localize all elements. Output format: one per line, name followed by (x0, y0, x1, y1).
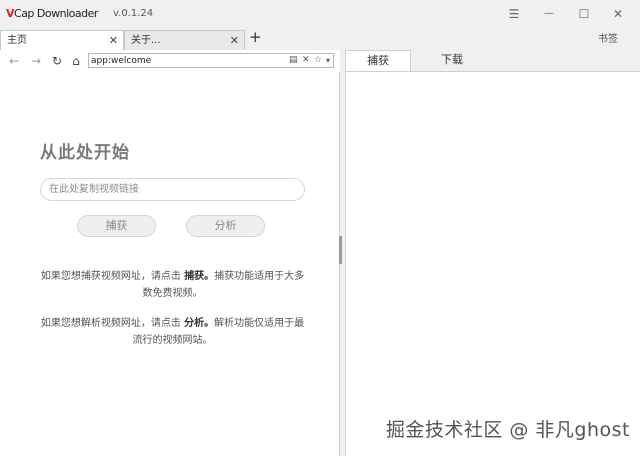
capture-button[interactable]: 捕获 (77, 215, 156, 237)
analyze-button[interactable]: 分析 (186, 215, 265, 237)
title-bar: VCap Downloader v.0.1.24 ☰ — ☐ ✕ (0, 0, 640, 30)
reload-icon[interactable]: ↻ (50, 53, 64, 69)
analyze-help-keyword: 分析。 (184, 318, 215, 329)
address-input[interactable] (91, 54, 281, 67)
tab-about[interactable]: 关于... ✕ (124, 30, 245, 50)
forward-icon[interactable]: → (29, 53, 43, 69)
new-tab-button[interactable]: + (249, 28, 262, 46)
right-panel-tabs: 捕获 下载 (345, 50, 640, 72)
tab-download[interactable]: 下载 (423, 50, 481, 72)
analyze-help-text: 如果您想解析视频网址，请点击 分析。解析功能仅适用于最流行的视频网站。 (40, 315, 305, 349)
page-info-icon[interactable]: ▤ (289, 54, 298, 67)
app-logo-v: V (6, 7, 15, 20)
capture-panel (345, 71, 640, 456)
tab-capture[interactable]: 捕获 (345, 50, 411, 72)
navigation-bar: ← → ↻ ⌂ ▤ ✕ ☆ ▾ (0, 50, 340, 73)
menu-icon[interactable]: ☰ (506, 6, 522, 22)
watermark: 掘金技术社区 @ 非凡ghost (385, 419, 630, 441)
video-link-input[interactable] (40, 178, 305, 201)
capture-help-text: 如果您想捕获视频网址，请点击 捕获。捕获功能适用于大多数免费视频。 (40, 268, 305, 302)
tab-about-label: 关于... (131, 35, 161, 46)
capture-help-keyword: 捕获。 (184, 271, 215, 282)
back-icon[interactable]: ← (7, 53, 21, 69)
address-bar: ▤ ✕ ☆ ▾ (88, 53, 334, 68)
bookmark-star-icon[interactable]: ☆ (314, 54, 322, 67)
minimize-icon[interactable]: — (541, 6, 557, 22)
page-title: 从此处开始 (40, 143, 130, 163)
close-icon[interactable]: ✕ (610, 6, 626, 22)
analyze-help-pre: 如果您想解析视频网址，请点击 (40, 318, 185, 329)
maximize-icon[interactable]: ☐ (576, 6, 592, 22)
browser-view: 从此处开始 捕获 分析 如果您想捕获视频网址，请点击 捕获。捕获功能适用于大多数… (0, 72, 340, 456)
capture-help-pre: 如果您想捕获视频网址，请点击 (40, 271, 185, 282)
address-dropdown-icon[interactable]: ▾ (326, 54, 330, 67)
app-logo-name: Cap Downloader (14, 7, 98, 20)
app-logo: VCap Downloader (6, 7, 98, 20)
bookmarks-button[interactable]: 书签 (598, 30, 618, 45)
tab-close-icon[interactable]: ✕ (109, 31, 118, 50)
tab-home-label: 主页 (7, 35, 27, 46)
pane-splitter-handle[interactable] (339, 236, 342, 264)
app-version: v.0.1.24 (113, 8, 154, 19)
browser-tab-strip: 主页 ✕ 关于... ✕ (0, 30, 340, 50)
home-icon[interactable]: ⌂ (69, 53, 83, 69)
tab-home[interactable]: 主页 ✕ (0, 30, 124, 50)
tab-close-icon[interactable]: ✕ (230, 31, 239, 50)
clear-address-icon[interactable]: ✕ (302, 54, 310, 67)
